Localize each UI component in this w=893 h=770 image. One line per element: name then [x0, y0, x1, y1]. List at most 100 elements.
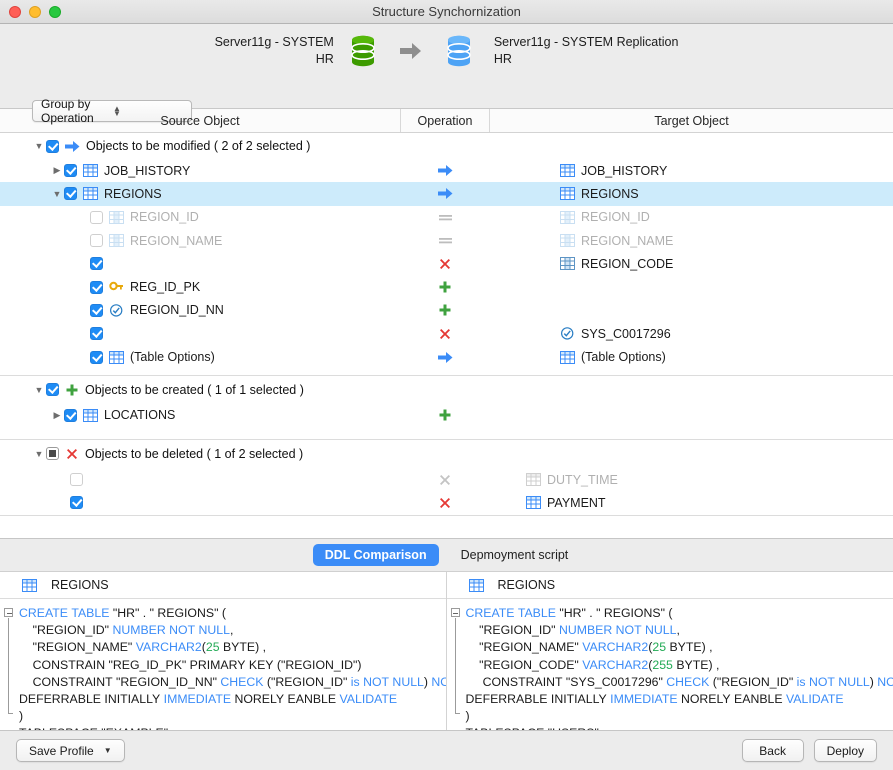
- group-header-row-created[interactable]: ▼ Objects to be created ( 1 of 1 selecte…: [0, 376, 893, 404]
- deploy-button[interactable]: Deploy: [813, 739, 877, 762]
- code-fold-foot: [454, 713, 460, 714]
- target-server-info: Server11g - SYSTEM Replication HR: [494, 34, 679, 68]
- chevron-down-icon[interactable]: ▼: [32, 447, 46, 461]
- row-label-target: REGION_CODE: [581, 256, 674, 271]
- row-checkbox[interactable]: [64, 408, 77, 422]
- row-label-target: PAYMENT: [547, 495, 606, 510]
- target-cell: [490, 275, 893, 298]
- tree-row-locations[interactable]: ▶ LOCATIONS: [0, 404, 893, 427]
- constraint-check-icon: [560, 327, 575, 340]
- tree-row-region-code[interactable]: REGION_CODE: [0, 252, 893, 275]
- add-plus-icon: [65, 383, 79, 397]
- group-header-row-modified[interactable]: ▼ Objects to be modified ( 2 of 2 select…: [0, 133, 893, 159]
- footer-bar: Save Profile ▼ Back Deploy: [0, 730, 893, 770]
- row-label-source: JOB_HISTORY: [104, 163, 191, 178]
- tree-row-reg-id-pk[interactable]: REG_ID_PK: [0, 275, 893, 298]
- code-fold-toggle[interactable]: [4, 608, 13, 617]
- chevron-down-icon[interactable]: ▼: [32, 139, 46, 153]
- row-label-target: DUTY_TIME: [547, 472, 618, 487]
- table-icon: [526, 473, 541, 487]
- sync-object-tree[interactable]: ▼ Objects to be modified ( 2 of 2 select…: [0, 133, 893, 538]
- tree-row-sys-c0017296[interactable]: SYS_C0017296: [0, 322, 893, 345]
- save-profile-button[interactable]: Save Profile ▼: [16, 739, 125, 762]
- column-icon: [109, 234, 124, 248]
- tree-row-regions[interactable]: ▼ REGIONS REGIONS: [0, 182, 893, 206]
- tree-row-region-id[interactable]: REGION_ID REGION_ID: [0, 206, 893, 229]
- save-profile-label: Save Profile: [29, 743, 94, 758]
- row-checkbox[interactable]: [90, 234, 103, 248]
- code-line: ): [19, 709, 24, 724]
- code-line: TABLESPACE "EXAMPLE": [4, 725, 442, 730]
- code-line: TABLESPACE "USERS": [451, 725, 890, 730]
- ddl-pane-source-title: REGIONS: [51, 578, 109, 592]
- tree-row-region-id-nn[interactable]: REGION_ID_NN: [0, 299, 893, 322]
- group-objects-to-be-modified: ▼ Objects to be modified ( 2 of 2 select…: [0, 133, 893, 376]
- chevron-down-icon: ▼: [103, 746, 112, 755]
- operation-cell: [400, 491, 490, 514]
- ddl-target-code[interactable]: CREATE TABLE "HR" . " REGIONS" ( "REGION…: [447, 599, 893, 730]
- ddl-pane-source: REGIONS CREATE TABLE "HR" . " REGIONS" (…: [0, 572, 447, 730]
- tree-row-job-history[interactable]: ▶ JOB_HISTORY JOB_HISTORY: [0, 159, 893, 182]
- code-line: "REGION_NAME" VARCHAR2(25 BYTE) ,: [465, 640, 713, 655]
- equals-icon: [438, 238, 452, 244]
- row-label-target: REGIONS: [581, 186, 639, 201]
- column-header-source[interactable]: Source Object: [0, 109, 400, 132]
- table-icon: [526, 496, 541, 510]
- row-label-source: (Table Options): [130, 350, 215, 365]
- row-checkbox[interactable]: [64, 187, 77, 201]
- row-checkbox[interactable]: [90, 327, 103, 341]
- row-label-source: REGIONS: [104, 186, 162, 201]
- row-checkbox[interactable]: [90, 350, 103, 364]
- row-checkbox[interactable]: [70, 496, 83, 510]
- tree-row-payment[interactable]: PAYMENT: [0, 491, 893, 514]
- structure-synchronization-window: Structure Synchornization Server11g - SY…: [0, 0, 893, 770]
- back-button[interactable]: Back: [741, 739, 804, 762]
- row-checkbox[interactable]: [90, 303, 103, 317]
- target-cell: PAYMENT: [490, 491, 893, 514]
- code-line: CONSTRAINT "REGION_ID_NN" CHECK ("REGION…: [19, 674, 446, 689]
- column-header-target[interactable]: Target Object: [490, 109, 893, 132]
- modify-arrow-icon: [437, 351, 452, 363]
- code-line: "REGION_CODE" VARCHAR2(255 BYTE) ,: [465, 657, 720, 672]
- modify-arrow-icon: [437, 165, 452, 177]
- tab-ddl-comparison[interactable]: DDL Comparison: [312, 544, 439, 566]
- target-cell: DUTY_TIME: [490, 468, 893, 491]
- source-server-info: Server11g - SYSTEM HR: [215, 34, 334, 68]
- group-checkbox-modified[interactable]: [46, 139, 59, 153]
- column-header-row: Source Object Operation Target Object: [0, 109, 893, 133]
- code-line: ): [465, 709, 470, 724]
- chevron-right-icon[interactable]: ▶: [50, 164, 64, 178]
- ddl-compare-area: REGIONS CREATE TABLE "HR" . " REGIONS" (…: [0, 572, 893, 730]
- group-checkbox-deleted[interactable]: [46, 447, 59, 461]
- row-checkbox[interactable]: [70, 473, 83, 487]
- operation-cell: [400, 299, 490, 322]
- row-checkbox[interactable]: [90, 210, 103, 224]
- target-cell: REGION_NAME: [490, 229, 893, 252]
- ddl-target-lines: CREATE TABLE "HR" . " REGIONS" ( "REGION…: [451, 605, 893, 730]
- column-header-operation[interactable]: Operation: [400, 109, 490, 132]
- chevron-down-icon[interactable]: ▼: [50, 187, 64, 201]
- equals-icon: [438, 214, 452, 221]
- tree-row-region-name[interactable]: REGION_NAME REGION_NAME: [0, 229, 893, 252]
- code-line: CONSTRAIN "REG_ID_PK" PRIMARY KEY ("REGI…: [19, 657, 362, 672]
- primary-key-icon: [109, 281, 124, 294]
- ddl-source-code[interactable]: CREATE TABLE "HR" . " REGIONS" ( "REGION…: [0, 599, 446, 730]
- row-checkbox[interactable]: [90, 257, 103, 271]
- ddl-pane-source-header: REGIONS: [0, 572, 446, 599]
- column-icon: [560, 234, 575, 248]
- ddl-tab-bar: DDL Comparison Depmoyment script: [0, 538, 893, 572]
- delete-x-icon: [440, 258, 450, 269]
- group-header-row-deleted[interactable]: ▼ Objects to be deleted ( 1 of 2 selecte…: [0, 440, 893, 468]
- row-checkbox[interactable]: [90, 280, 103, 294]
- tree-row-table-options[interactable]: (Table Options) (Table Options): [0, 345, 893, 368]
- group-checkbox-created[interactable]: [46, 383, 59, 397]
- group-label-modified: Objects to be modified ( 2 of 2 selected…: [86, 139, 311, 153]
- code-fold-toggle[interactable]: [450, 608, 460, 617]
- tab-deployment-script[interactable]: Depmoyment script: [449, 544, 581, 566]
- tree-row-duty-time[interactable]: DUTY_TIME: [0, 468, 893, 491]
- chevron-down-icon[interactable]: ▼: [32, 383, 46, 397]
- chevron-right-icon[interactable]: ▶: [50, 408, 64, 422]
- target-cell: (Table Options): [490, 345, 893, 368]
- row-checkbox[interactable]: [64, 164, 77, 178]
- ddl-pane-target-title: REGIONS: [497, 578, 556, 592]
